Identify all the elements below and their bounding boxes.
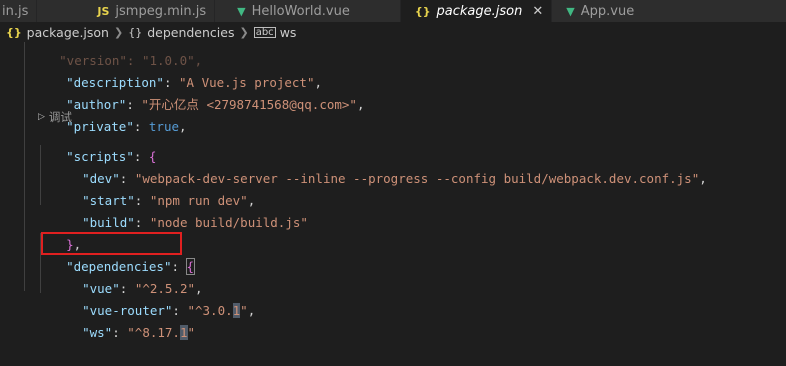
vue-router-value-end: ": [240, 303, 248, 318]
ws-key: "ws": [82, 325, 113, 340]
selection-highlight: 1: [232, 303, 241, 318]
chevron-right-icon: ❯: [239, 25, 249, 39]
tab-helloworld-vue[interactable]: ▼ HelloWorld.vue: [215, 0, 401, 22]
tab-jsmpeg-min-js[interactable]: JS jsmpeg.min.js: [37, 0, 216, 22]
tab-package-json[interactable]: {} package.json ✕: [400, 0, 553, 22]
code-line: "dev": "webpack-dev-server --inline --pr…: [82, 171, 707, 186]
tab-label: package.json: [436, 3, 523, 19]
breadcrumb-leaf[interactable]: ws: [280, 25, 297, 40]
code-line: "build": "node build/build.js": [82, 215, 308, 230]
vue-file-icon: ▼: [566, 4, 575, 18]
tab-in-js[interactable]: in.js: [0, 0, 38, 22]
js-file-icon: JS: [97, 4, 110, 18]
annotation-highlight-box: [41, 232, 182, 255]
code-line: "vue": "^2.5.2",: [82, 281, 203, 296]
code-line: "ws": "^8.17.1": [82, 325, 196, 340]
code-line: "start": "npm run dev",: [82, 193, 256, 208]
tab-app-vue[interactable]: ▼ App.vue: [552, 0, 786, 22]
build-key: "build": [82, 215, 135, 230]
ws-value-end: ": [187, 325, 196, 340]
tab-label: jsmpeg.min.js: [115, 3, 207, 19]
vue-file-icon: ▼: [237, 4, 246, 18]
tab-label: in.js: [2, 3, 29, 19]
ws-value: "^8.17.: [127, 325, 180, 340]
tab-label: App.vue: [580, 3, 635, 19]
close-icon[interactable]: ✕: [532, 4, 543, 19]
code-line: "scripts": {: [66, 149, 157, 164]
code-line: "description": "A Vue.js project",: [66, 75, 323, 90]
build-value: "node build/build.js": [149, 215, 308, 230]
code-line: "author": "开心亿点 <2798741568@qq.com>",: [66, 97, 365, 112]
selection-highlight: 1: [179, 325, 188, 340]
code-line: "version": "1.0.0",: [14, 28, 202, 68]
editor-tab-bar: in.js JS jsmpeg.min.js ▼ HelloWorld.vue …: [0, 0, 786, 22]
tab-label: HelloWorld.vue: [251, 3, 350, 19]
json-file-icon: {}: [414, 4, 431, 18]
code-line: "vue-router": "^3.0.1",: [82, 303, 256, 318]
code-line: },: [66, 237, 82, 252]
string-icon: abc: [253, 26, 276, 38]
